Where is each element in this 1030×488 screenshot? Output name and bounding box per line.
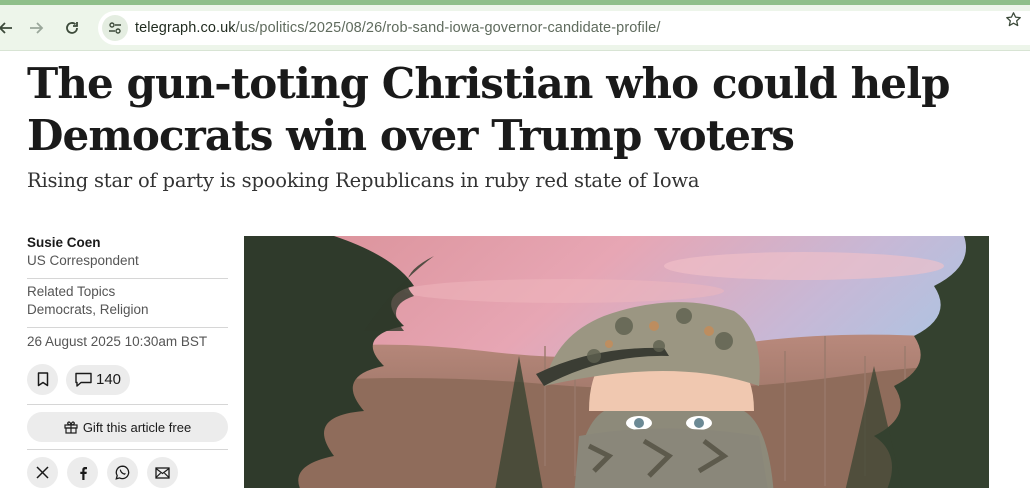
reload-icon bbox=[66, 22, 78, 34]
divider bbox=[27, 278, 228, 279]
email-icon bbox=[155, 466, 170, 479]
bookmark-icon bbox=[37, 372, 48, 387]
author-role: US Correspondent bbox=[27, 253, 139, 268]
gift-article-button[interactable]: Gift this article free bbox=[27, 412, 228, 442]
divider bbox=[27, 327, 228, 328]
back-button[interactable] bbox=[0, 14, 20, 42]
share-buttons bbox=[27, 457, 228, 488]
article-lead-photo bbox=[244, 236, 989, 488]
arrow-left-icon bbox=[0, 22, 12, 34]
forward-button[interactable] bbox=[22, 14, 50, 42]
url-path: /us/politics/2025/08/26/rob-sand-iowa-go… bbox=[235, 20, 661, 36]
publish-date: 26 August 2025 10:30am BST bbox=[27, 334, 208, 349]
url-text: telegraph.co.uk/us/politics/2025/08/26/r… bbox=[135, 20, 660, 36]
url-host: telegraph.co.uk bbox=[135, 20, 236, 36]
article-headline: The gun-toting Christian who could help … bbox=[27, 59, 951, 160]
related-topics-links[interactable]: Democrats, Religion bbox=[27, 301, 228, 319]
comment-icon bbox=[75, 372, 92, 387]
x-icon bbox=[36, 466, 49, 479]
divider bbox=[27, 404, 228, 405]
share-email-button[interactable] bbox=[147, 457, 178, 488]
article-sidebar: Susie Coen US Correspondent Related Topi… bbox=[27, 234, 228, 488]
star-icon bbox=[1006, 12, 1021, 27]
gift-icon bbox=[64, 421, 78, 434]
gift-article-label: Gift this article free bbox=[82, 419, 192, 435]
facebook-icon bbox=[79, 466, 87, 480]
comments-button[interactable]: 140 bbox=[66, 364, 130, 395]
save-article-button[interactable] bbox=[27, 364, 58, 395]
article-standfirst: Rising star of party is spooking Republi… bbox=[27, 169, 700, 192]
bookmark-star-button[interactable] bbox=[1005, 11, 1022, 33]
comment-count: 140 bbox=[95, 371, 122, 388]
address-bar[interactable]: telegraph.co.uk/us/politics/2025/08/26/r… bbox=[98, 11, 1030, 45]
author-name-link[interactable]: Susie Coen bbox=[27, 234, 228, 252]
arrow-right-icon bbox=[30, 22, 44, 34]
share-whatsapp-button[interactable] bbox=[107, 457, 138, 488]
tune-icon bbox=[109, 22, 121, 34]
article-actions: 140 bbox=[27, 364, 228, 395]
man-in-camouflage-illustration bbox=[244, 236, 989, 488]
site-settings-button[interactable] bbox=[102, 15, 128, 41]
browser-toolbar: telegraph.co.uk/us/politics/2025/08/26/r… bbox=[0, 5, 1030, 51]
divider bbox=[27, 449, 228, 450]
whatsapp-icon bbox=[115, 465, 130, 480]
share-facebook-button[interactable] bbox=[67, 457, 98, 488]
reload-button[interactable] bbox=[58, 14, 86, 42]
related-topics-label: Related Topics bbox=[27, 284, 116, 299]
share-x-button[interactable] bbox=[27, 457, 58, 488]
